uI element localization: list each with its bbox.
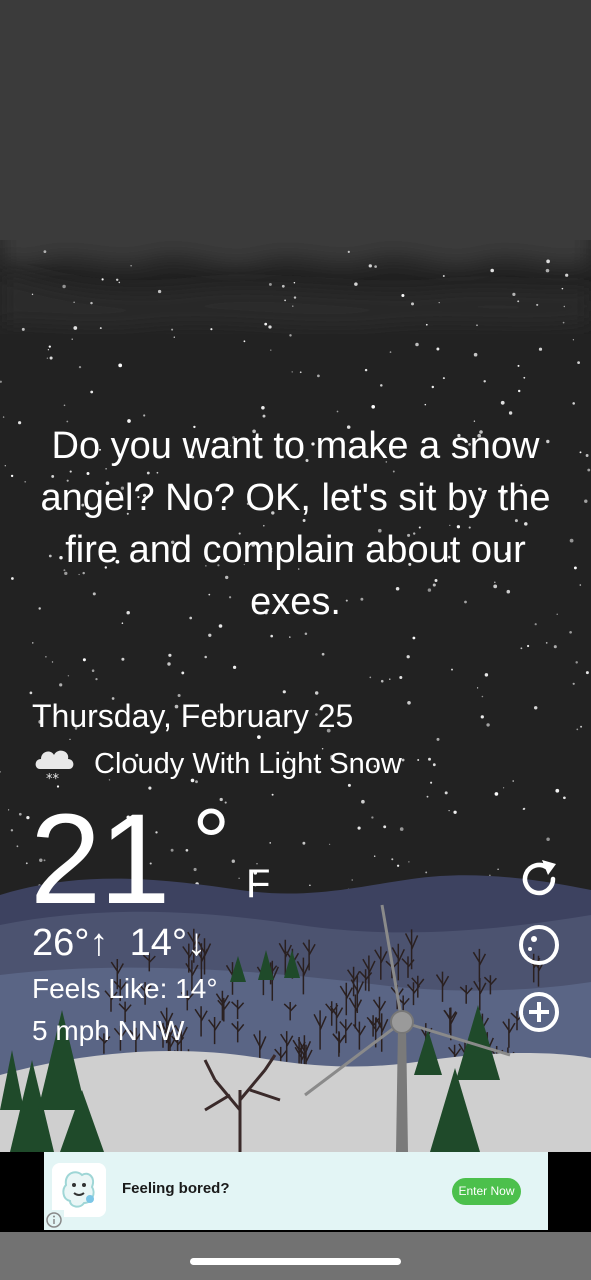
ad-logo: [52, 1163, 106, 1217]
low-temp: 14°: [129, 922, 188, 964]
temperature-value: 21: [30, 788, 170, 931]
add-icon[interactable]: [516, 989, 562, 1035]
high-low: 26° ↑ 14° ↓: [32, 918, 206, 968]
home-indicator[interactable]: [190, 1258, 401, 1265]
refresh-icon[interactable]: [516, 856, 562, 902]
weather-quote: Do you want to make a snow angel? No? OK…: [40, 425, 551, 623]
feels-like: Feels Like: 14°: [32, 973, 218, 1004]
cloud-top: [0, 0, 591, 240]
degree-symbol: °: [192, 789, 231, 896]
temperature-unit: F: [246, 862, 271, 906]
info-icon[interactable]: [44, 1210, 64, 1230]
condition-row: ** Cloudy With Light Snow: [32, 740, 402, 788]
condition-label: Cloudy With Light Snow: [94, 747, 402, 780]
svg-text:**: **: [46, 772, 60, 787]
ad-enter-button[interactable]: Enter Now: [452, 1178, 521, 1205]
ad-text: Feeling bored?: [122, 1180, 230, 1197]
up-arrow-icon: ↑: [89, 922, 109, 964]
date-label: Thursday, February 25: [32, 698, 354, 734]
ad-banner[interactable]: Feeling bored? Enter Now: [44, 1152, 548, 1230]
cloud-snow-icon: **: [35, 750, 74, 787]
wind-label: 5 mph NNW: [32, 1015, 185, 1046]
background-scene: [0, 0, 591, 1280]
down-arrow-icon: ↓: [187, 922, 207, 964]
high-temp: 26°: [32, 922, 90, 964]
bottom-bar: [0, 1232, 591, 1280]
moon-icon[interactable]: [516, 922, 562, 968]
